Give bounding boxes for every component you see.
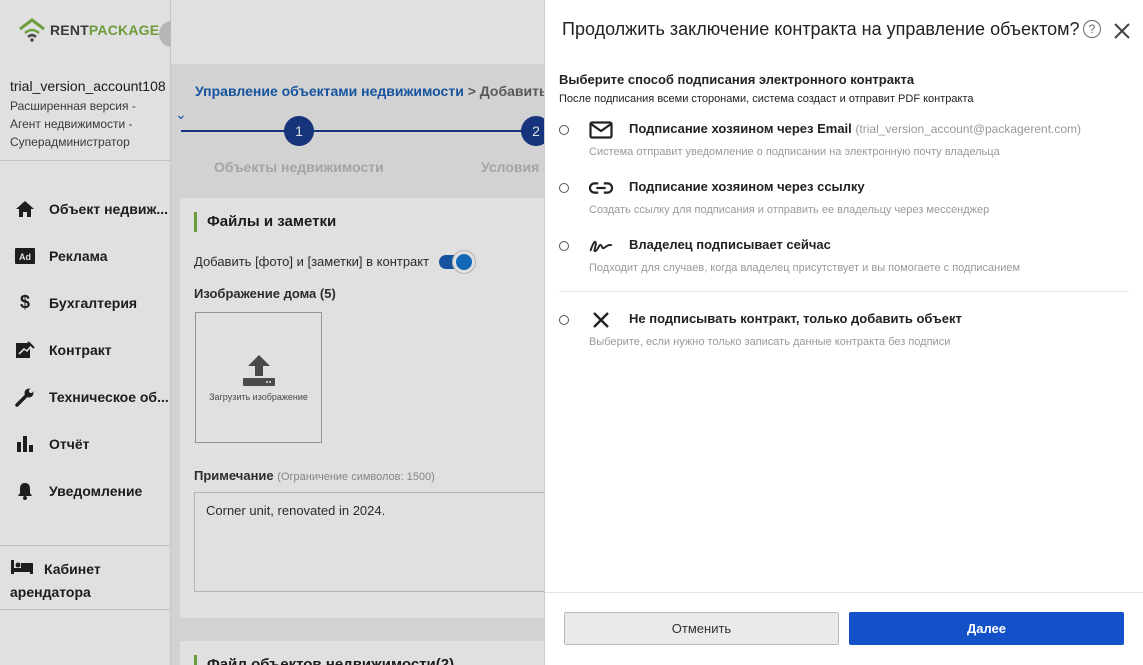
- radio-button[interactable]: [559, 315, 569, 325]
- link-icon: [589, 177, 613, 199]
- sign-method-dialog: Продолжить заключение контракта на управ…: [544, 0, 1143, 665]
- footer-divider: [545, 592, 1143, 593]
- dialog-subtitle: Выберите способ подписания электронного …: [559, 72, 915, 87]
- divider: [559, 291, 1129, 292]
- option-description: Подходит для случаев, когда владелец при…: [589, 262, 1021, 274]
- radio-button[interactable]: [559, 241, 569, 251]
- x-icon: [589, 309, 613, 331]
- option-label: Подписание хозяином через Email (trial_v…: [629, 121, 1081, 136]
- radio-button[interactable]: [559, 125, 569, 135]
- cancel-button[interactable]: Отменить: [564, 612, 839, 645]
- dialog-title: Продолжить заключение контракта на управ…: [562, 19, 1080, 39]
- radio-button[interactable]: [559, 183, 569, 193]
- option-label: Не подписывать контракт, только добавить…: [629, 311, 962, 326]
- option-description: Система отправит уведомление о подписани…: [589, 146, 1000, 158]
- owner-email: (trial_version_account@packagerent.com): [855, 122, 1082, 136]
- option-label-text: Подписание хозяином через Email: [629, 121, 852, 136]
- option-description: Выберите, если нужно только записать дан…: [589, 336, 951, 348]
- option-label: Владелец подписывает сейчас: [629, 237, 831, 252]
- envelope-icon: [589, 119, 613, 141]
- option-description: Создать ссылку для подписания и отправит…: [589, 204, 990, 216]
- next-button[interactable]: Далее: [849, 612, 1124, 645]
- close-icon[interactable]: [1111, 20, 1133, 42]
- dialog-hint: После подписания всеми сторонами, систем…: [559, 93, 974, 105]
- help-icon[interactable]: ?: [1083, 20, 1101, 38]
- signature-icon: [589, 235, 613, 257]
- option-label: Подписание хозяином через ссылку: [629, 179, 865, 194]
